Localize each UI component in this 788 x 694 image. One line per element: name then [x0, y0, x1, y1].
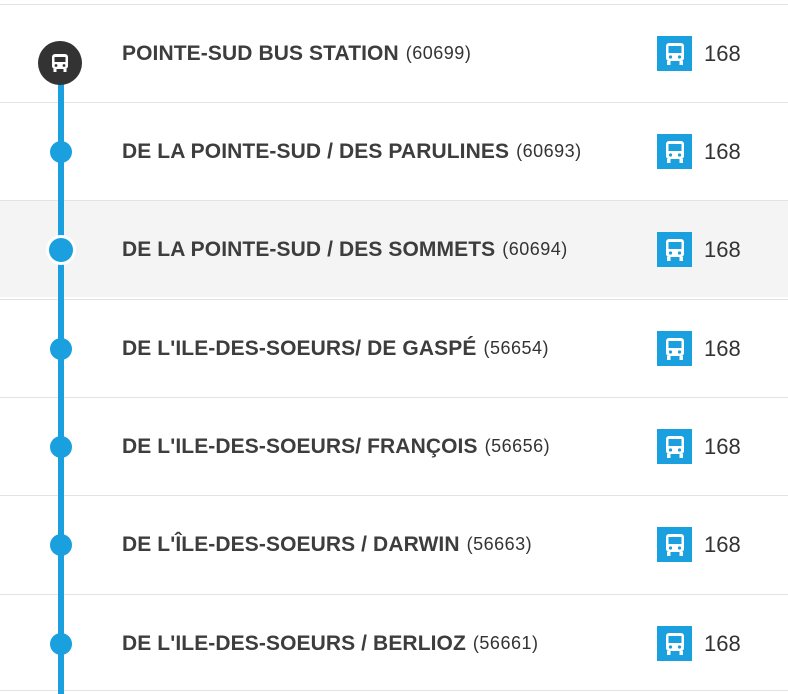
bus-icon: [657, 429, 692, 464]
stop-name[interactable]: DE L'ILE-DES-SOEURS/ DE GASPÉ (56654): [122, 300, 549, 397]
stop-marker: [46, 235, 76, 265]
route-badge[interactable]: 168: [657, 595, 741, 692]
route-badge[interactable]: 168: [657, 300, 741, 397]
stop-code: (60694): [502, 239, 568, 259]
stop-name[interactable]: DE LA POINTE-SUD / DES PARULINES (60693): [122, 103, 582, 200]
route-badge[interactable]: 168: [657, 496, 741, 593]
route-number: 168: [704, 236, 741, 262]
bus-icon: [657, 36, 692, 71]
stop-marker: [50, 338, 72, 360]
stop-row[interactable]: DE L'ILE-DES-SOEURS/ FRANÇOIS (56656) 168: [0, 397, 788, 494]
stop-row[interactable]: DE LA POINTE-SUD / DES SOMMETS (60694) 16…: [0, 200, 788, 297]
stop-name[interactable]: POINTE-SUD BUS STATION (60699): [122, 5, 471, 102]
stop-name[interactable]: DE L'ÎLE-DES-SOEURS / DARWIN (56663): [122, 496, 532, 593]
bus-icon: [657, 527, 692, 562]
stop-row[interactable]: DE L'ILE-DES-SOEURS/ DE GASPÉ (56654) 168: [0, 299, 788, 396]
bus-icon: [657, 331, 692, 366]
route-number: 168: [704, 40, 741, 66]
route-number: 168: [704, 138, 741, 164]
stop-marker: [50, 534, 72, 556]
route-badge[interactable]: 168: [657, 201, 741, 298]
stop-name-text: DE L'ILE-DES-SOEURS / BERLIOZ: [122, 631, 466, 655]
stop-list: POINTE-SUD BUS STATION (60699) 168 DE LA …: [0, 0, 788, 694]
stop-code: (60693): [516, 141, 582, 161]
stop-row[interactable]: DE L'ÎLE-DES-SOEURS / DARWIN (56663) 168: [0, 495, 788, 592]
stop-name-text: DE L'ILE-DES-SOEURS/ DE GASPÉ: [122, 336, 477, 360]
stop-marker: [50, 436, 72, 458]
route-number: 168: [704, 630, 741, 656]
stop-name[interactable]: DE LA POINTE-SUD / DES SOMMETS (60694): [122, 201, 568, 298]
bus-station-icon: [38, 41, 82, 85]
stop-name-text: DE L'ILE-DES-SOEURS/ FRANÇOIS: [122, 434, 478, 458]
stop-name[interactable]: DE L'ILE-DES-SOEURS/ FRANÇOIS (56656): [122, 398, 550, 495]
stop-code: (56656): [484, 436, 551, 456]
stop-name-text: POINTE-SUD BUS STATION: [122, 41, 399, 65]
route-number: 168: [704, 531, 741, 557]
stop-row[interactable]: DE L'ILE-DES-SOEURS / BERLIOZ (56661) 168: [0, 594, 788, 691]
stop-name-text: DE LA POINTE-SUD / DES SOMMETS: [122, 237, 496, 261]
bus-icon: [657, 232, 692, 267]
stop-marker: [50, 141, 72, 163]
route-badge[interactable]: 168: [657, 398, 741, 495]
stop-name-text: DE L'ÎLE-DES-SOEURS / DARWIN: [122, 532, 460, 556]
route-badge[interactable]: 168: [657, 103, 741, 200]
bus-icon: [657, 134, 692, 169]
route-number: 168: [704, 433, 741, 459]
bus-icon: [657, 626, 692, 661]
stop-code: (56661): [472, 633, 539, 653]
route-line: [58, 70, 64, 694]
route-number: 168: [704, 335, 741, 361]
stop-name-text: DE LA POINTE-SUD / DES PARULINES: [122, 139, 510, 163]
stop-marker: [50, 633, 72, 655]
stop-code: (56654): [483, 338, 549, 358]
route-badge[interactable]: 168: [657, 5, 741, 102]
stop-code: (56663): [466, 534, 533, 554]
stop-row[interactable]: POINTE-SUD BUS STATION (60699) 168: [0, 4, 788, 101]
stop-row[interactable]: DE LA POINTE-SUD / DES PARULINES (60693) …: [0, 102, 788, 199]
stop-code: (60699): [405, 43, 472, 63]
stop-name[interactable]: DE L'ILE-DES-SOEURS / BERLIOZ (56661): [122, 595, 538, 692]
